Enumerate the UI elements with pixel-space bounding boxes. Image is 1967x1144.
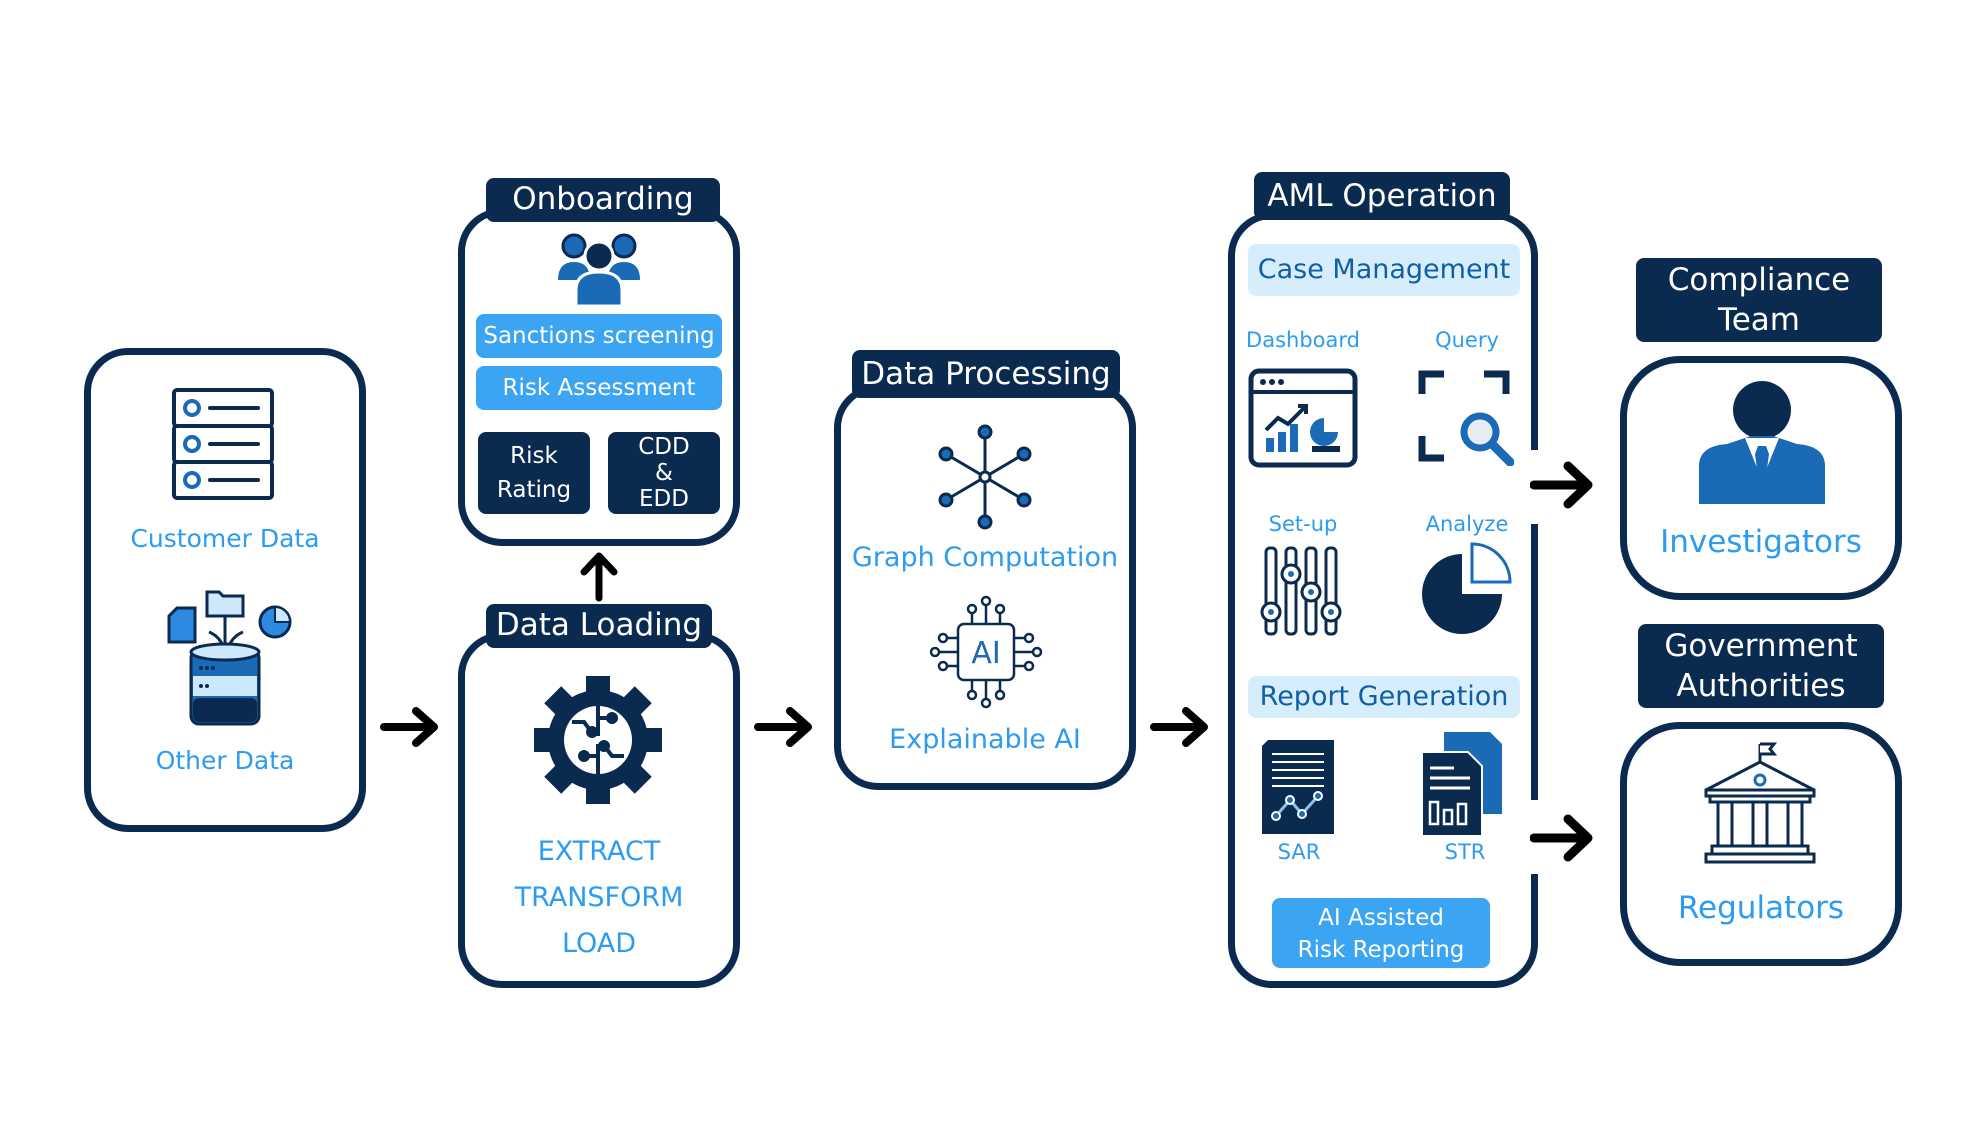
pie-chart-analyze-icon	[1418, 540, 1514, 636]
onboarding-title: Onboarding	[486, 178, 720, 222]
government-authorities-title: Government Authorities	[1638, 624, 1884, 708]
other-data-icon	[155, 588, 295, 728]
explainable-ai-label: Explainable AI	[889, 724, 1081, 755]
sanctions-screening-pill: Sanctions screening	[476, 314, 722, 358]
ai-assisted-line1: AI Assisted	[1318, 905, 1444, 931]
customer-data-label: Customer Data	[130, 524, 320, 553]
ai-chip-icon: AI	[928, 594, 1044, 710]
sar-document-icon	[1262, 740, 1336, 836]
arrow-right-icon	[754, 705, 816, 749]
compliance-line1: Compliance	[1667, 262, 1851, 298]
data-processing-title: Data Processing	[852, 350, 1120, 398]
sliders-settings-icon	[1258, 546, 1344, 636]
risk-assessment-pill: Risk Assessment	[476, 366, 722, 410]
sar-label: SAR	[1277, 840, 1321, 864]
investigators-label: Investigators	[1660, 524, 1862, 560]
transform-label: TRANSFORM	[514, 882, 684, 913]
str-documents-icon	[1420, 732, 1504, 836]
data-loading-title: Data Loading	[486, 604, 712, 648]
ai-assisted-line2: Risk Reporting	[1297, 937, 1465, 963]
graph-computation-label: Graph Computation	[851, 542, 1119, 573]
users-group-icon	[558, 232, 640, 306]
government-line2: Authorities	[1676, 668, 1846, 704]
setup-label: Set-up	[1268, 512, 1338, 536]
cdd-edd-block: CDD & EDD	[608, 432, 720, 514]
risk-rating-line1: Risk	[510, 443, 558, 469]
aml-operation-title: AML Operation	[1254, 172, 1510, 220]
dashboard-icon	[1248, 368, 1358, 468]
cdd-line: CDD	[638, 434, 690, 460]
query-label: Query	[1435, 328, 1499, 352]
edd-line: EDD	[639, 486, 689, 512]
arrow-right-icon	[380, 705, 442, 749]
compliance-line2: Team	[1718, 302, 1800, 338]
extract-label: EXTRACT	[537, 836, 661, 867]
arrow-up-icon	[578, 550, 620, 602]
risk-rating-line2: Rating	[496, 477, 572, 503]
arrow-right-icon	[1530, 813, 1596, 863]
str-label: STR	[1444, 840, 1486, 864]
ai-assisted-reporting-pill: AI Assisted Risk Reporting	[1272, 898, 1490, 968]
other-data-label: Other Data	[155, 746, 295, 775]
dashboard-label: Dashboard	[1246, 328, 1360, 352]
customer-data-icon	[172, 388, 274, 502]
ai-chip-text: AI	[971, 636, 1000, 671]
arrow-right-icon	[1150, 705, 1212, 749]
amp-line: &	[655, 460, 673, 486]
arrow-right-icon	[1530, 460, 1596, 510]
government-line1: Government	[1664, 628, 1858, 664]
query-search-icon	[1418, 370, 1514, 466]
government-building-icon	[1704, 742, 1816, 870]
analyze-label: Analyze	[1425, 512, 1509, 536]
graph-network-icon	[938, 424, 1032, 530]
investigator-person-icon	[1697, 380, 1827, 504]
risk-rating-block: Risk Rating	[478, 432, 590, 514]
load-label: LOAD	[561, 928, 637, 959]
compliance-team-title: Compliance Team	[1636, 258, 1882, 342]
case-management-header: Case Management	[1248, 244, 1520, 296]
regulators-label: Regulators	[1677, 890, 1845, 926]
gear-circuit-icon	[534, 676, 662, 804]
report-generation-header: Report Generation	[1248, 676, 1520, 718]
